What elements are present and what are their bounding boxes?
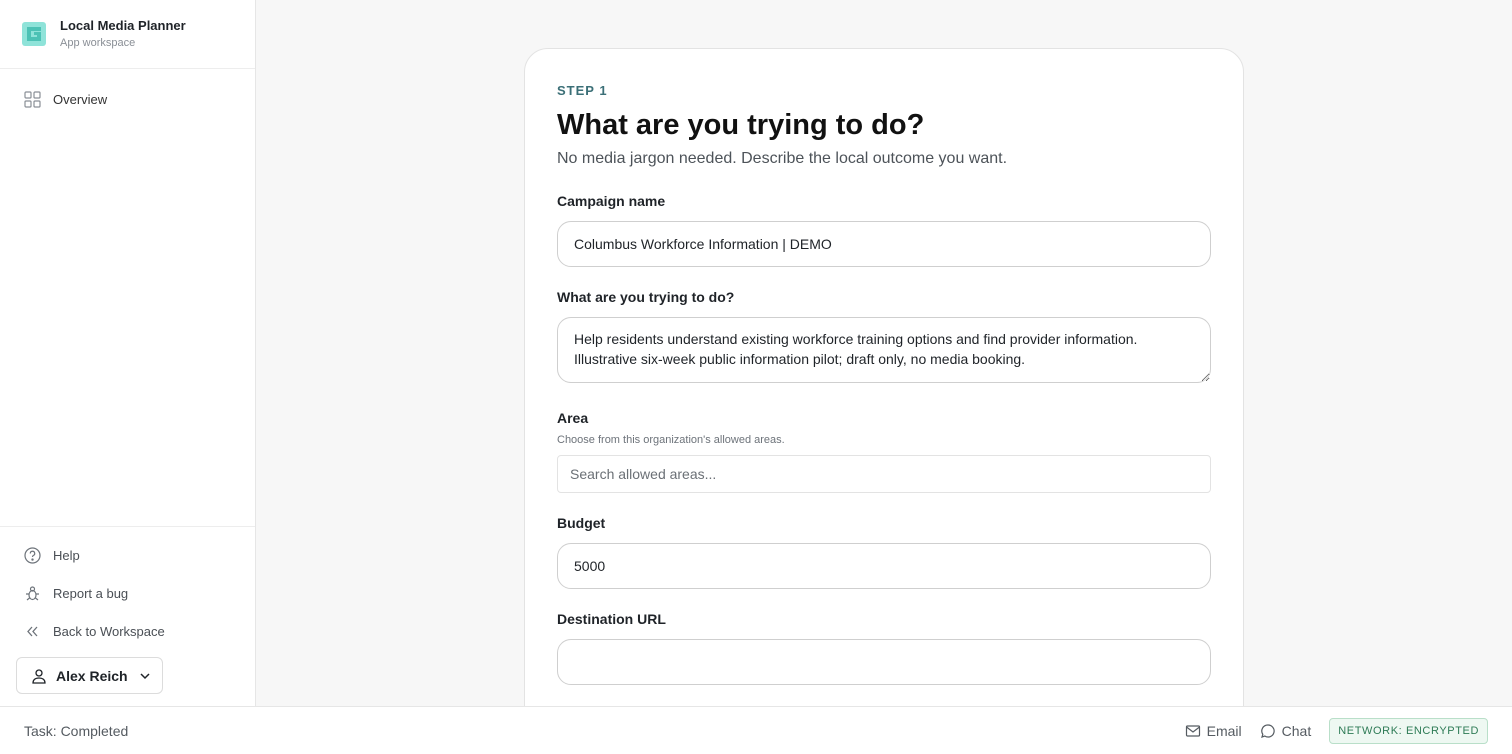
report-bug-link[interactable]: Report a bug bbox=[0, 581, 255, 605]
user-menu-button[interactable]: Alex Reich bbox=[16, 657, 163, 694]
status-actions: Email Chat NETWORK: ENCRYPTED bbox=[1185, 717, 1488, 744]
mail-icon bbox=[1185, 724, 1200, 737]
goal-label: What are you trying to do? bbox=[557, 289, 735, 305]
brand-logo-icon bbox=[22, 22, 46, 46]
sidebar-nav: Overview bbox=[0, 69, 255, 111]
chat-label: Chat bbox=[1281, 722, 1312, 739]
report-bug-label: Report a bug bbox=[53, 585, 129, 601]
goal-group: What are you trying to do? Help resident… bbox=[557, 289, 1211, 388]
help-circle-icon bbox=[24, 546, 41, 564]
campaign-name-label: Campaign name bbox=[557, 193, 666, 209]
area-group: Area Choose from this organization's all… bbox=[557, 410, 1211, 493]
help-link[interactable]: Help bbox=[0, 543, 255, 567]
page-subtitle: No media jargon needed. Describe the loc… bbox=[557, 150, 1008, 167]
destination-url-input[interactable] bbox=[557, 639, 1211, 685]
app-title: Local Media Planner bbox=[60, 18, 186, 33]
destination-url-group: Destination URL bbox=[557, 611, 1211, 685]
back-label: Back to Workspace bbox=[53, 623, 165, 639]
step-card: STEP 1 What are you trying to do? No med… bbox=[524, 48, 1244, 748]
status-bar: Task: Completed Email Chat NETWORK: ENCR… bbox=[0, 706, 1512, 754]
sidebar: Local Media Planner App workspace Overvi… bbox=[0, 0, 256, 706]
step-indicator: STEP 1 bbox=[557, 83, 608, 98]
task-status: Task: Completed bbox=[24, 722, 129, 739]
destination-url-label: Destination URL bbox=[557, 611, 666, 627]
brand-header: Local Media Planner App workspace bbox=[0, 0, 255, 69]
campaign-name-group: Campaign name bbox=[557, 193, 1211, 267]
area-search-input[interactable] bbox=[557, 455, 1211, 493]
app-subtitle: App workspace bbox=[60, 37, 136, 49]
email-label: Email bbox=[1206, 722, 1242, 739]
page-title: What are you trying to do? bbox=[557, 109, 925, 141]
sidebar-item-label: Overview bbox=[53, 91, 108, 107]
grid-icon bbox=[24, 90, 41, 108]
network-status-badge: NETWORK: ENCRYPTED bbox=[1329, 717, 1488, 744]
sidebar-item-overview[interactable]: Overview bbox=[0, 87, 255, 111]
help-label: Help bbox=[53, 547, 80, 563]
sidebar-footer: Help Report a bug Back to Workspace Alex… bbox=[0, 526, 255, 706]
app-root: Local Media Planner App workspace Overvi… bbox=[0, 0, 1512, 754]
chat-bubble-icon bbox=[1260, 723, 1275, 738]
brand-text: Local Media Planner App workspace bbox=[60, 17, 186, 51]
budget-input[interactable] bbox=[557, 543, 1211, 589]
budget-label: Budget bbox=[557, 515, 606, 531]
chevrons-left-icon bbox=[27, 626, 38, 636]
chat-button[interactable]: Chat bbox=[1260, 722, 1312, 739]
email-button[interactable]: Email bbox=[1185, 723, 1242, 739]
user-icon bbox=[32, 668, 46, 684]
user-name: Alex Reich bbox=[56, 667, 128, 684]
chevron-down-icon bbox=[140, 672, 150, 679]
goal-textarea[interactable]: Help residents understand existing workf… bbox=[557, 317, 1211, 383]
bug-icon bbox=[26, 585, 39, 600]
area-help-text: Choose from this organization's allowed … bbox=[557, 434, 785, 446]
area-label: Area bbox=[557, 410, 589, 426]
budget-group: Budget bbox=[557, 515, 1211, 589]
back-to-workspace-link[interactable]: Back to Workspace bbox=[0, 619, 255, 643]
campaign-name-input[interactable] bbox=[557, 221, 1211, 267]
